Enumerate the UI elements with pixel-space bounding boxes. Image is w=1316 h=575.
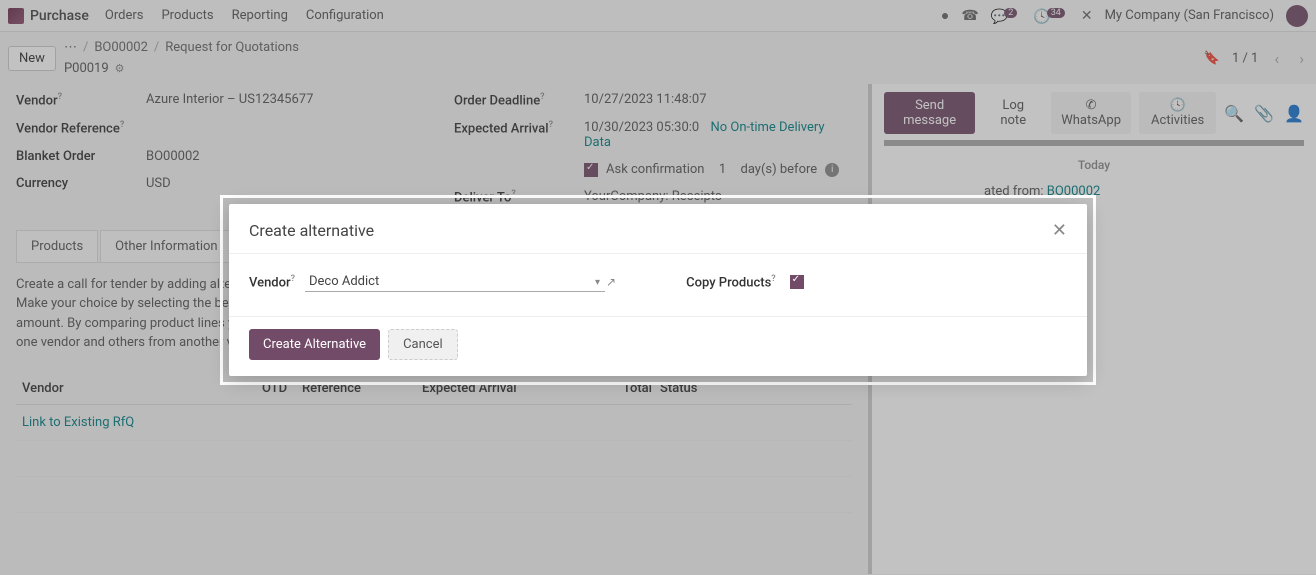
create-alternative-button[interactable]: Create Alternative <box>249 329 380 360</box>
copy-products-checkbox[interactable] <box>790 275 804 289</box>
modal-vendor-input[interactable] <box>305 272 605 292</box>
modal-overlay: Create alternative ✕ Vendor? ▾ ↗ Copy Pr… <box>0 0 1316 575</box>
modal-title: Create alternative <box>249 221 374 240</box>
modal-vendor-label: Vendor? <box>249 274 295 290</box>
create-alternative-modal: Create alternative ✕ Vendor? ▾ ↗ Copy Pr… <box>229 204 1087 376</box>
cancel-button[interactable]: Cancel <box>388 329 458 360</box>
external-link-icon[interactable]: ↗ <box>606 275 616 289</box>
chevron-down-icon[interactable]: ▾ <box>595 277 600 288</box>
close-icon[interactable]: ✕ <box>1052 220 1067 241</box>
copy-products-label: Copy Products? <box>686 274 776 290</box>
